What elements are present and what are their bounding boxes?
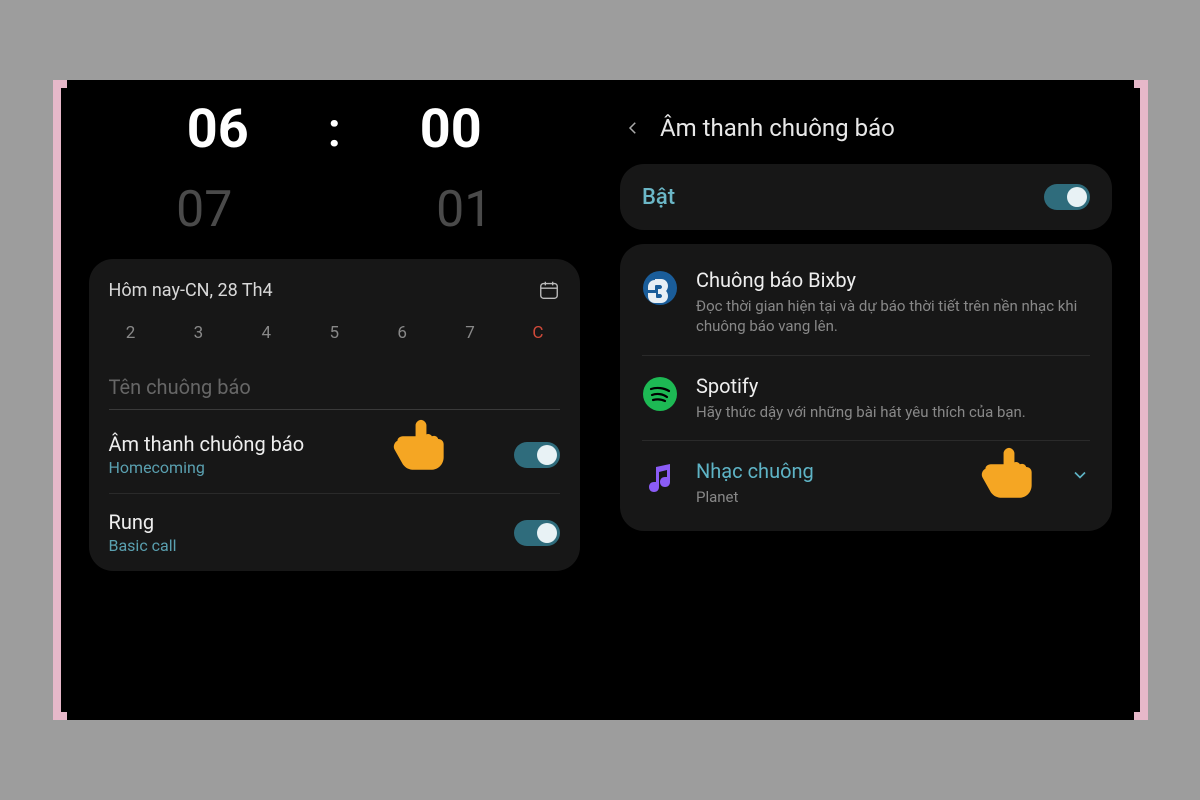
alarm-sound-row[interactable]: Âm thanh chuông báo Homecoming bbox=[109, 416, 561, 494]
sound-options-card: Chuông báo Bixby Đọc thời gian hiện tại … bbox=[620, 244, 1112, 531]
minute-selected[interactable]: 00 bbox=[401, 98, 501, 161]
day-3[interactable]: 3 bbox=[182, 323, 214, 343]
enable-toggle-row[interactable]: Bật bbox=[642, 170, 1090, 224]
enable-toggle[interactable] bbox=[1044, 184, 1090, 210]
alarm-sound-screen: Âm thanh chuông báo Bật Chuông báo Bixby… bbox=[602, 88, 1140, 712]
spotify-sub: Hãy thức dậy với những bài hát yêu thích… bbox=[696, 402, 1090, 422]
days-row: 2 3 4 5 6 7 C bbox=[109, 323, 561, 369]
spotify-row[interactable]: Spotify Hãy thức dậy với những bài hát y… bbox=[642, 356, 1090, 441]
spotify-icon bbox=[642, 376, 678, 412]
chevron-down-icon[interactable] bbox=[1070, 465, 1090, 485]
time-picker-selected[interactable]: 06 : 00 bbox=[89, 98, 581, 161]
music-note-icon bbox=[642, 461, 678, 497]
vibrate-title: Rung bbox=[109, 510, 177, 534]
vibrate-row[interactable]: Rung Basic call bbox=[109, 494, 561, 571]
alarm-sound-toggle[interactable] bbox=[514, 442, 560, 468]
hour-next[interactable]: 07 bbox=[154, 181, 254, 239]
ringtone-row[interactable]: Nhạc chuông Planet bbox=[642, 441, 1090, 525]
pointer-hand-icon bbox=[392, 419, 450, 469]
time-separator: : bbox=[328, 101, 341, 158]
day-4[interactable]: 4 bbox=[250, 323, 282, 343]
header: Âm thanh chuông báo bbox=[620, 96, 1112, 164]
enable-label: Bật bbox=[642, 185, 675, 210]
day-5[interactable]: 5 bbox=[318, 323, 350, 343]
spotify-title: Spotify bbox=[696, 374, 1090, 398]
day-7[interactable]: 7 bbox=[454, 323, 486, 343]
alarm-sound-sub: Homecoming bbox=[109, 458, 305, 477]
alarm-name-placeholder: Tên chuông báo bbox=[109, 375, 251, 399]
bixby-sub: Đọc thời gian hiện tại và dự báo thời ti… bbox=[696, 296, 1090, 337]
pointer-hand-icon bbox=[980, 447, 1038, 497]
day-2[interactable]: 2 bbox=[115, 323, 147, 343]
date-label: Hôm nay-CN, 28 Th4 bbox=[109, 280, 273, 301]
enable-card: Bật bbox=[620, 164, 1112, 230]
alarm-sound-title: Âm thanh chuông báo bbox=[109, 432, 305, 456]
bixby-title: Chuông báo Bixby bbox=[696, 268, 1090, 292]
hour-selected[interactable]: 06 bbox=[168, 98, 268, 161]
bixby-icon bbox=[642, 270, 678, 306]
date-selector[interactable]: Hôm nay-CN, 28 Th4 bbox=[109, 279, 561, 301]
vibrate-sub: Basic call bbox=[109, 536, 177, 555]
header-title: Âm thanh chuông báo bbox=[660, 114, 895, 142]
alarm-edit-screen: 06 : 00 07 01 Hôm nay-CN, 28 Th4 2 3 bbox=[61, 88, 599, 712]
bixby-row[interactable]: Chuông báo Bixby Đọc thời gian hiện tại … bbox=[642, 250, 1090, 356]
vibrate-toggle[interactable] bbox=[514, 520, 560, 546]
time-picker-next[interactable]: 07 01 bbox=[89, 181, 581, 239]
alarm-settings-card: Hôm nay-CN, 28 Th4 2 3 4 5 6 7 C Tên chu… bbox=[89, 259, 581, 571]
back-icon[interactable] bbox=[624, 119, 642, 137]
calendar-icon[interactable] bbox=[538, 279, 560, 301]
alarm-name-input[interactable]: Tên chuông báo bbox=[109, 369, 561, 410]
day-sun[interactable]: C bbox=[522, 323, 554, 343]
minute-next[interactable]: 01 bbox=[414, 181, 514, 239]
day-6[interactable]: 6 bbox=[386, 323, 418, 343]
